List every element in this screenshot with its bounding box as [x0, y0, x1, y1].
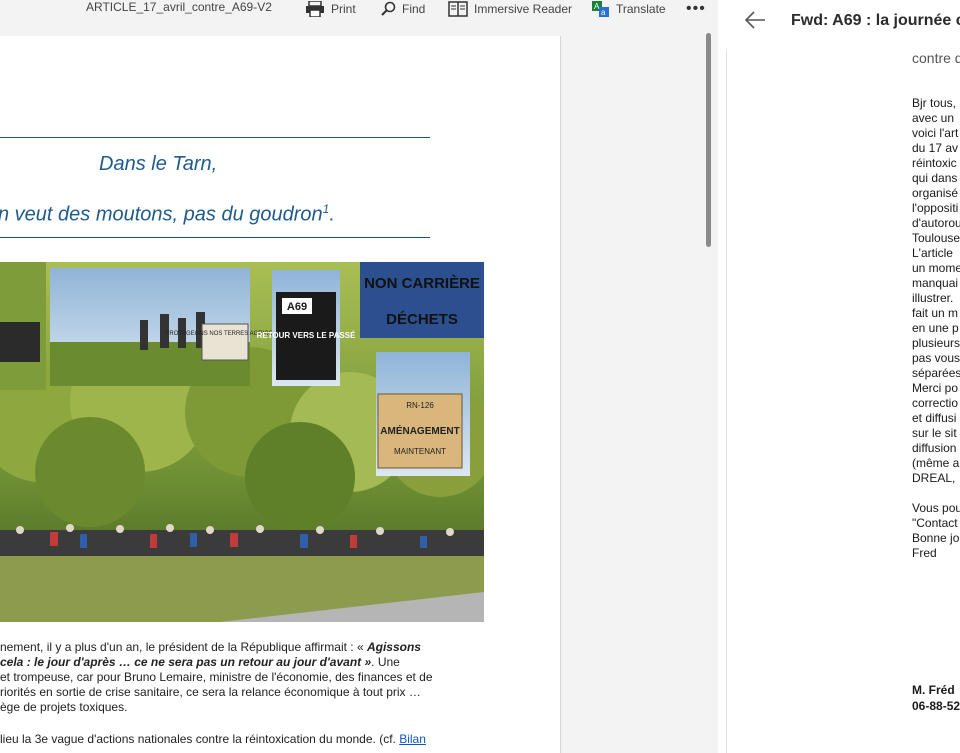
heading2-end: . [329, 203, 335, 226]
body-line-1: nement, il y a plus d'un an, le présiden… [0, 640, 364, 654]
more-options-button[interactable]: ••• [686, 0, 706, 18]
sign-amenagement: AMÉNAGEMENT [380, 424, 459, 437]
sign-non-carriere: NON CARRIÈRE [364, 275, 480, 292]
email-line: fait un m [912, 306, 959, 320]
document-scrollbar[interactable] [704, 30, 712, 753]
email-line: qui dans [912, 171, 958, 185]
find-label: Find [402, 2, 426, 16]
email-closing-line: "Contact [912, 516, 958, 530]
email-line: et diffusi [912, 411, 957, 425]
back-arrow-icon [744, 11, 765, 29]
book-icon [448, 1, 468, 17]
email-line: voici l'art [912, 126, 959, 140]
email-line: illustrer. [912, 291, 954, 305]
document-heading-line2: n veut des moutons, pas du goudron1. [0, 202, 335, 227]
translate-icon: Aa [592, 1, 609, 17]
heading2-text: n veut des moutons, pas du goudron [0, 203, 323, 226]
document-filename: ARTICLE_17_avril_contre_A69-V2 [86, 0, 272, 14]
email-line: d'autorou [912, 216, 960, 230]
app-window: ARTICLE_17_avril_contre_A69-V2 Print Fin… [0, 0, 960, 753]
email-line: L'article [912, 246, 953, 260]
immersive-reader-label: Immersive Reader [474, 2, 573, 16]
pane-divider [726, 50, 727, 753]
heading-rule-top [0, 137, 430, 138]
email-line: manquai [912, 276, 959, 290]
email-line: réintoxic [912, 156, 957, 170]
email-line: un mome [912, 261, 960, 275]
protest-photo: PROTÉGEONS NOS TERRES AGRICOLES A69 RETO… [0, 262, 484, 622]
scrollbar-thumb[interactable] [706, 33, 711, 247]
document-page: Dans le Tarn, n veut des moutons, pas du… [0, 36, 561, 753]
svg-text:a: a [601, 8, 606, 17]
email-line: organisé [912, 186, 959, 200]
immersive-reader-button[interactable]: Immersive Reader [448, 0, 572, 18]
signature-phone: 06-88-52 [912, 699, 960, 713]
sign-maintenant: MAINTENANT [394, 447, 446, 456]
viewer-toolbar: ARTICLE_17_avril_contre_A69-V2 Print Fin… [0, 0, 718, 36]
email-line: correctio [912, 396, 959, 410]
body-line-2-emphasis: cela : le jour d'après … ce ne sera pas … [0, 655, 372, 669]
email-reading-pane: Fwd: A69 : la journée c contre d Bjr tou… [718, 0, 960, 753]
sign-rn126: RN-126 [406, 401, 434, 410]
email-line: du 17 av [912, 141, 959, 155]
email-line: Merci po [912, 381, 959, 395]
bilan-link[interactable]: Bilan [399, 732, 426, 746]
email-gap [912, 486, 960, 501]
find-button[interactable]: Find [380, 0, 425, 18]
body-line-3: et trompeuse, car pour Bruno Lemaire, mi… [0, 670, 433, 684]
email-line: Bjr tous, [912, 96, 957, 110]
email-line: Toulouse [912, 231, 960, 245]
document-viewer: ARTICLE_17_avril_contre_A69-V2 Print Fin… [0, 0, 718, 753]
email-line: pas vous [912, 351, 960, 365]
email-line: avec un [912, 111, 955, 125]
heading-rule-bottom [0, 237, 430, 238]
document-body-paragraph: nement, il y a plus d'un an, le présiden… [0, 640, 484, 715]
print-label: Print [331, 2, 356, 16]
email-closing-line: Vous pou [912, 501, 960, 515]
print-button[interactable]: Print [305, 0, 356, 18]
body-line-2: . Une [371, 655, 400, 669]
document-heading-line1: Dans le Tarn, [99, 153, 218, 175]
email-line: (même a [912, 456, 960, 470]
email-line: l'oppositi [912, 201, 959, 215]
email-line: plusieurs [912, 336, 960, 350]
translate-button[interactable]: Aa Translate [592, 0, 666, 18]
email-preview-text: contre d [912, 50, 960, 66]
body-line-4: riorités en sortie de crise sanitaire, c… [0, 685, 421, 699]
email-body: Bjr tous, avec un voici l'art du 17 av r… [912, 96, 960, 561]
email-line: en une p [912, 321, 959, 335]
sign-retour: RETOUR VERS LE PASSÉ [257, 331, 357, 340]
email-line: sur le sit [912, 426, 957, 440]
body-line-1-emphasis: Agissons [366, 640, 421, 654]
signature-name: M. Fréd [912, 683, 955, 697]
email-subject: Fwd: A69 : la journée c [791, 12, 960, 29]
para2-text: lieu la 3e vague d'actions nationales co… [0, 732, 396, 746]
back-button[interactable] [744, 10, 766, 35]
search-icon [381, 1, 396, 16]
email-line: diffusion [912, 441, 957, 455]
translate-label: Translate [616, 2, 666, 16]
sign-dechets: DÉCHETS [386, 311, 458, 328]
email-closing-line: Fred [912, 546, 937, 560]
document-body-paragraph-2: lieu la 3e vague d'actions nationales co… [0, 732, 426, 746]
email-closing-line: Bonne jo [912, 531, 960, 545]
sign-a69: A69 [287, 301, 307, 313]
printer-icon [306, 1, 324, 17]
email-line: séparées [912, 366, 960, 380]
body-line-5: ège de projets toxiques. [0, 700, 128, 714]
email-line: DREAL, [912, 471, 956, 485]
